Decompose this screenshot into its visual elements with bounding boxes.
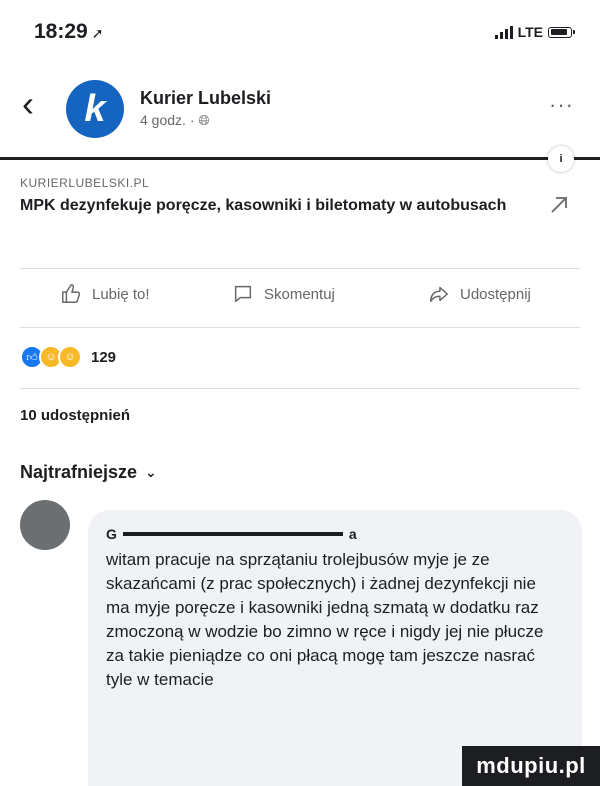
comment-button[interactable]: Skomentuj	[232, 283, 335, 305]
comment-author[interactable]: G a	[106, 524, 564, 544]
comment-sort-dropdown[interactable]: Najtrafniejsze ⌄	[20, 462, 157, 483]
share-button[interactable]: Udostępnij	[428, 283, 531, 305]
external-link-icon[interactable]	[548, 194, 570, 216]
post-header: ‹ k Kurier Lubelski 4 godz. · 🌐︎ ···	[0, 76, 600, 146]
divider	[20, 268, 580, 269]
comment-icon	[234, 285, 252, 303]
comment-bubble: G a witam pracuje na sprzątaniu trolejbu…	[88, 510, 582, 786]
info-badge[interactable]: i	[548, 146, 574, 172]
link-title: MPK dezynfekuje poręcze, kasowniki i bil…	[20, 197, 507, 214]
page-avatar[interactable]: k	[66, 80, 124, 138]
action-bar: Lubię to! Skomentuj Udostępnij	[0, 283, 600, 317]
globe-icon: 🌐︎	[198, 112, 210, 128]
wow-reaction-icon: ☺︎	[58, 345, 82, 369]
reactions-count: 129	[91, 348, 117, 366]
chevron-down-icon: ⌄	[145, 464, 157, 480]
link-preview[interactable]: KURIERLUBELSKI.PL MPK dezynfekuje poręcz…	[0, 170, 600, 250]
battery-icon	[548, 26, 575, 38]
status-bar: 18:29 ➚ LTE	[0, 0, 600, 60]
signal-icon	[494, 25, 513, 39]
post-meta: 4 godz. · 🌐︎	[140, 112, 210, 128]
redaction-bar	[122, 532, 343, 536]
back-icon[interactable]: ‹	[22, 86, 34, 122]
thumbs-up-icon	[62, 284, 81, 303]
status-time: 18:29	[34, 20, 88, 43]
page-name[interactable]: Kurier Lubelski	[140, 88, 271, 109]
media-strip	[0, 157, 600, 160]
share-icon	[430, 286, 448, 303]
link-domain: KURIERLUBELSKI.PL	[20, 176, 150, 190]
divider	[20, 388, 580, 389]
reactions-summary[interactable]: 👍︎ ☺︎ ☺︎ 129	[20, 345, 116, 369]
comment-text: witam pracuje na sprzątaniu trolejbusów …	[106, 550, 544, 689]
location-arrow-icon: ➚	[91, 25, 104, 41]
divider	[20, 327, 580, 328]
more-options-icon[interactable]: ···	[549, 92, 574, 118]
commenter-avatar[interactable]	[20, 500, 70, 550]
network-type: LTE	[517, 24, 543, 40]
like-button[interactable]: Lubię to!	[60, 283, 150, 305]
shares-count[interactable]: 10 udostępnień	[20, 407, 130, 424]
watermark: mdupiu.pl	[462, 746, 600, 786]
